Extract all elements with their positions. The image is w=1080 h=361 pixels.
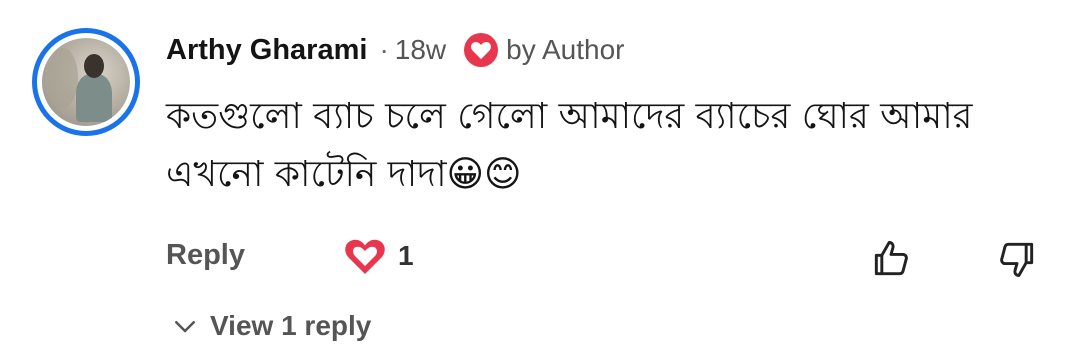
view-replies-button[interactable]: View 1 reply	[170, 306, 371, 346]
comment-header: Arthy Gharami · 18w by Author	[166, 28, 624, 72]
author-name[interactable]: Arthy Gharami	[166, 34, 367, 67]
like-count: 1	[398, 240, 414, 271]
reply-button[interactable]: Reply	[166, 239, 245, 272]
avatar-photo	[42, 38, 130, 126]
chevron-down-icon	[175, 321, 195, 333]
heart-icon	[342, 236, 388, 278]
thumb-down-icon[interactable]	[992, 234, 1042, 284]
comment-actions: Reply 1	[166, 232, 414, 278]
heart-icon	[464, 33, 499, 67]
by-author-label: by Author	[506, 34, 625, 65]
separator-dot: ·	[379, 34, 389, 65]
comment-time: 18w	[394, 34, 447, 65]
avatar[interactable]	[32, 28, 140, 136]
view-replies-label: View 1 reply	[210, 310, 372, 341]
comment-text: কতগুলো ব্যাচ চলে গেলো আমাদের ব্যাচের ঘোর…	[166, 96, 973, 195]
thumb-up-icon[interactable]	[866, 234, 916, 284]
